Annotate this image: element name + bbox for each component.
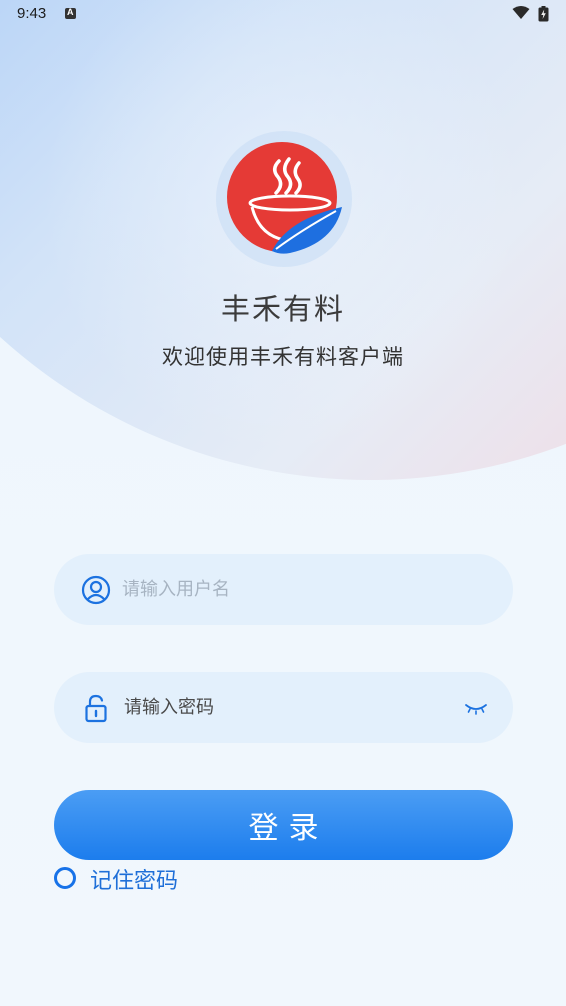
wifi-icon <box>512 6 530 19</box>
password-field[interactable] <box>54 672 513 743</box>
login-button[interactable]: 登录 <box>54 790 513 860</box>
remember-label: 记住密码 <box>90 869 179 894</box>
remember-radio[interactable] <box>54 867 76 889</box>
battery-charging-icon <box>538 6 549 22</box>
notification-a-icon <box>65 7 76 19</box>
steaming-bowl-leaf-logo <box>227 142 342 254</box>
app-subtitle: 欢迎使用丰禾有料客户端 <box>162 345 404 369</box>
lock-icon <box>85 694 107 723</box>
app-logo <box>216 131 352 267</box>
password-input[interactable] <box>124 672 444 743</box>
eye-closed-icon[interactable] <box>464 699 488 717</box>
username-input[interactable] <box>122 554 442 625</box>
username-field[interactable] <box>54 554 513 625</box>
user-icon <box>81 575 111 605</box>
status-bar: 9:43 <box>0 0 566 30</box>
status-time: 9:43 <box>17 5 47 22</box>
app-title: 丰禾有料 <box>220 292 345 326</box>
